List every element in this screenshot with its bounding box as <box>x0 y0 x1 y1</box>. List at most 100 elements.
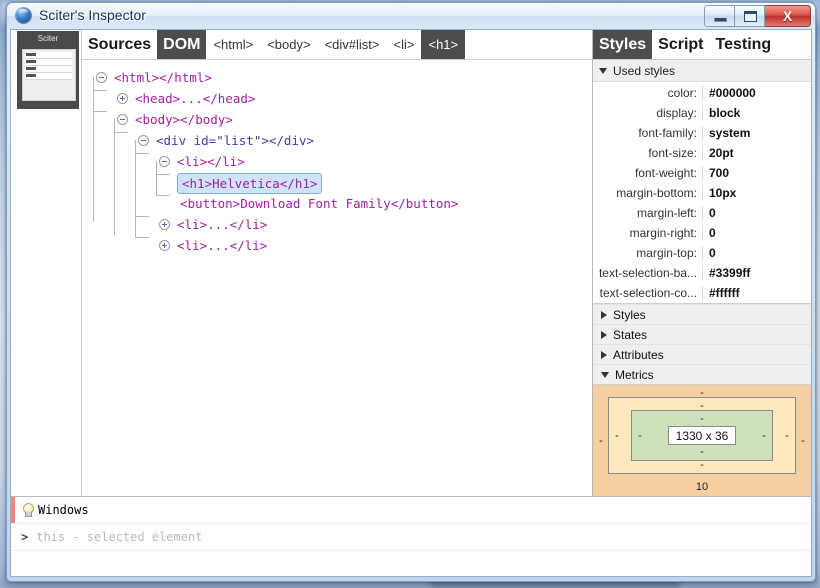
tree-node-label: <html></html> <box>114 70 212 85</box>
close-icon: X <box>782 8 793 24</box>
styles-sections: Styles States Attributes Metrics <box>593 303 811 384</box>
tree-node-label: <li></li> <box>177 154 245 169</box>
style-property-row: display: block <box>593 103 811 123</box>
collapse-toggle-icon[interactable] <box>138 135 149 146</box>
breadcrumb-html[interactable]: <html> <box>206 30 260 59</box>
style-property-row: font-family: system <box>593 123 811 143</box>
styles-tab-bar: Styles Script Testing <box>593 30 811 60</box>
breadcrumb-li[interactable]: <li> <box>387 30 422 59</box>
used-styles-label: Used styles <box>613 63 676 78</box>
chevron-down-icon <box>599 67 607 74</box>
property-value: 0 <box>709 226 716 240</box>
margin-bottom-value: 10 <box>695 481 709 493</box>
property-name: display: <box>593 106 703 120</box>
console-accent-bar <box>11 497 15 523</box>
breadcrumb-body[interactable]: <body> <box>260 30 317 59</box>
section-label: Metrics <box>615 367 654 382</box>
tree-node-li-2[interactable]: <li>...</li> <box>90 214 592 235</box>
property-name: text-selection-ba... <box>593 266 703 280</box>
close-button[interactable]: X <box>765 5 811 27</box>
section-metrics[interactable]: Metrics <box>593 364 811 384</box>
dom-panel: Sources DOM <html> <body> <div#list> <li… <box>82 30 592 496</box>
border-box: - - - - - - - - 1330 x 36 <box>608 397 796 474</box>
tree-node-label: <li>...</li> <box>177 217 268 232</box>
tree-node-label-selected[interactable]: <h1>Helvetica</h1> <box>177 173 323 194</box>
section-states[interactable]: States <box>593 324 811 344</box>
tab-styles[interactable]: Styles <box>593 30 653 59</box>
style-property-row: margin-right: 0 <box>593 223 811 243</box>
style-property-row: font-size: 20pt <box>593 143 811 163</box>
collapse-toggle-icon[interactable] <box>159 156 170 167</box>
chevron-right-icon <box>601 310 607 319</box>
section-styles[interactable]: Styles <box>593 304 811 324</box>
padding-top-value: - <box>700 413 704 425</box>
preview-row <box>25 66 72 73</box>
property-value: #3399ff <box>709 266 751 280</box>
property-value: 20pt <box>709 146 734 160</box>
chevron-right-icon <box>601 350 607 359</box>
property-value: block <box>709 106 741 120</box>
margin-right-value: - <box>801 434 805 447</box>
tree-node-body[interactable]: <body></body> <box>90 109 592 130</box>
collapse-toggle-icon[interactable] <box>96 72 107 83</box>
tab-dom[interactable]: DOM <box>157 30 207 59</box>
property-value: system <box>709 126 751 140</box>
expand-toggle-icon[interactable] <box>117 93 128 104</box>
maximize-button[interactable] <box>735 5 765 27</box>
minimize-button[interactable] <box>704 5 735 27</box>
minimize-icon <box>714 18 727 22</box>
section-label: Styles <box>613 307 646 322</box>
console-input[interactable]: this - selected element <box>36 530 202 544</box>
property-name: font-family: <box>593 126 703 140</box>
tree-node-h1[interactable]: <h1>Helvetica</h1> <box>90 172 592 194</box>
tree-node-button[interactable]: <button>Download Font Family</button> <box>90 193 592 214</box>
property-name: font-size: <box>593 146 703 160</box>
section-attributes[interactable]: Attributes <box>593 344 811 364</box>
collapse-toggle-icon[interactable] <box>117 114 128 125</box>
section-label: States <box>613 327 648 342</box>
tree-node-label: <li>...</li> <box>177 238 268 253</box>
tab-testing[interactable]: Testing <box>709 30 777 59</box>
title-bar[interactable]: Sciter's Inspector X <box>7 3 815 29</box>
breadcrumb-h1[interactable]: <h1> <box>421 30 466 59</box>
preview-row <box>25 73 72 80</box>
expand-toggle-icon[interactable] <box>159 240 170 251</box>
tree-node-div-list[interactable]: <div id="list"></div> <box>90 130 592 151</box>
padding-box: - - - - 1330 x 36 <box>631 410 773 461</box>
chevron-right-icon <box>601 330 607 339</box>
property-name: font-weight: <box>593 166 703 180</box>
property-value: 700 <box>709 166 730 180</box>
prompt-chevron-icon: > <box>21 530 29 544</box>
preview-thumbnail <box>22 49 76 101</box>
tree-node-html[interactable]: <html></html> <box>90 67 592 88</box>
section-label: Attributes <box>613 347 664 362</box>
property-name: margin-left: <box>593 206 703 220</box>
used-styles-section-header[interactable]: Used styles <box>593 60 811 82</box>
tab-sources[interactable]: Sources <box>82 30 157 59</box>
dom-tree: <html></html> <head>...</head> <body></b… <box>82 59 592 496</box>
style-property-row: text-selection-co... #ffffff <box>593 283 811 303</box>
console-input-row[interactable]: > this - selected element <box>11 524 811 551</box>
property-value: 10px <box>709 186 737 200</box>
tree-node-label: <button>Download Font Family</button> <box>180 196 459 211</box>
property-value: #000000 <box>709 86 756 100</box>
styles-panel: Styles Script Testing Used styles color:… <box>592 30 811 496</box>
tree-node-head[interactable]: <head>...</head> <box>90 88 592 109</box>
tree-node-li-1[interactable]: <li></li> <box>90 151 592 172</box>
padding-bottom-value: - <box>700 446 704 458</box>
property-name: margin-right: <box>593 226 703 240</box>
border-right-value: - <box>785 429 789 442</box>
expand-toggle-icon[interactable] <box>159 219 170 230</box>
upper-panes: Sciter Sources DOM <html> <body> <div#li… <box>11 30 811 496</box>
property-name: margin-bottom: <box>593 186 703 200</box>
lightbulb-icon <box>21 503 34 517</box>
tab-script[interactable]: Script <box>652 30 709 59</box>
console-log-entry: Windows <box>11 497 811 524</box>
tree-node-label: <body></body> <box>135 112 233 127</box>
preview-card[interactable]: Sciter <box>17 31 79 109</box>
breadcrumb-div-list[interactable]: <div#list> <box>318 30 387 59</box>
tree-node-li-3[interactable]: <li>...</li> <box>90 235 592 256</box>
preview-row <box>25 52 72 59</box>
style-property-row: font-weight: 700 <box>593 163 811 183</box>
sciter-globe-icon <box>15 7 32 24</box>
